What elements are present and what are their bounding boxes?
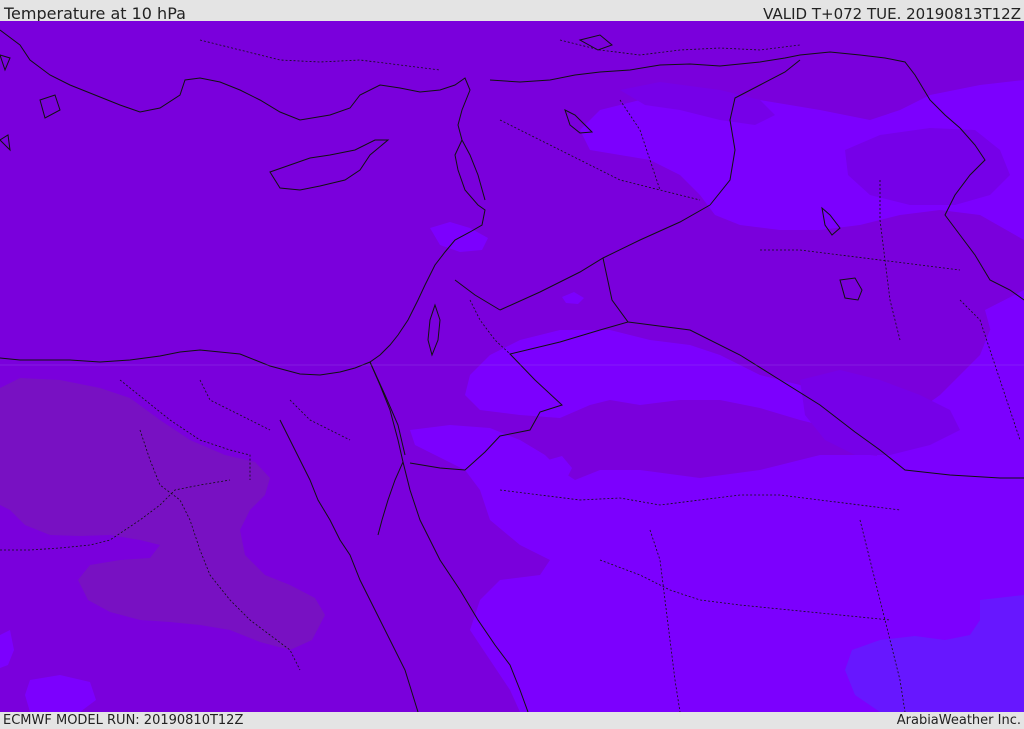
credit-label: ArabiaWeather Inc. bbox=[896, 713, 1021, 728]
map-canvas bbox=[0, 21, 1024, 712]
temperature-field-map bbox=[0, 21, 1024, 712]
model-run-label: ECMWF MODEL RUN: 20190810T12Z bbox=[3, 713, 244, 728]
footer-bar: ECMWF MODEL RUN: 20190810T12Z ArabiaWeat… bbox=[0, 712, 1024, 729]
header-bar: Temperature at 10 hPa VALID T+072 TUE. 2… bbox=[0, 0, 1024, 23]
intermediate-region-iraq bbox=[845, 128, 1010, 205]
weather-map-page: Temperature at 10 hPa VALID T+072 TUE. 2… bbox=[0, 0, 1024, 729]
